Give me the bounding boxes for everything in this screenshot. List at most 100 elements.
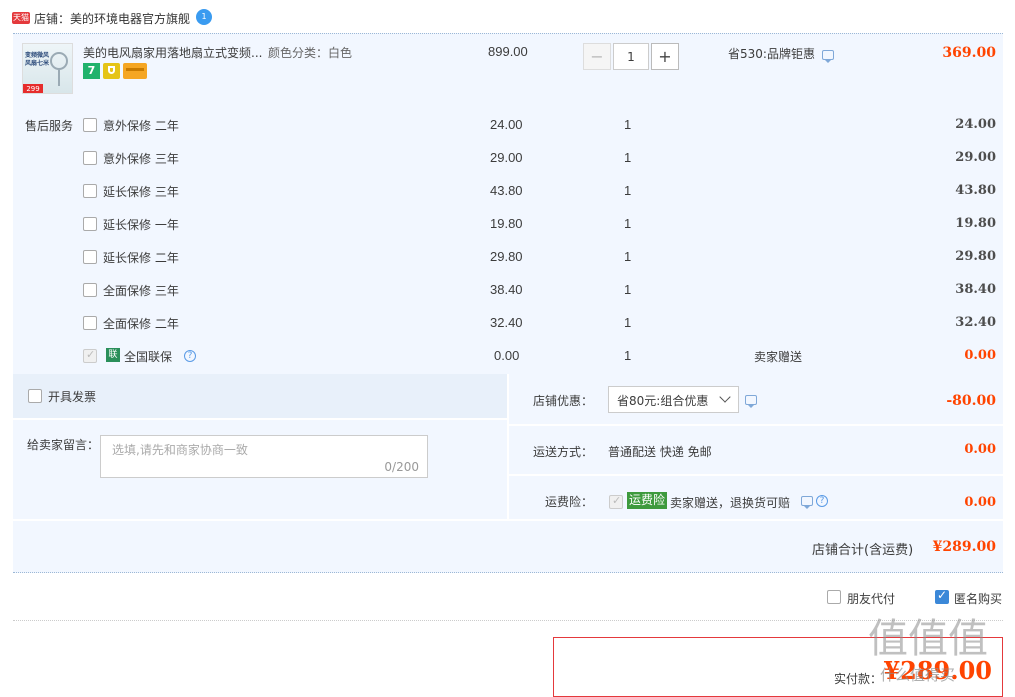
options-divider: [13, 620, 1003, 621]
service-total: 29.00: [955, 150, 996, 165]
watermark-glyphs: 值值值: [868, 616, 988, 662]
row-divider-1: [509, 424, 1003, 426]
service-price: 29.80: [490, 249, 523, 264]
shop-total-label: 店铺合计(含运费): [812, 543, 914, 558]
service-price: 24.00: [490, 117, 523, 132]
service-checkbox[interactable]: [83, 184, 97, 198]
seven-day-return-icon[interactable]: 7: [83, 63, 100, 79]
warranty-badge: 联: [106, 348, 120, 362]
service-qty: 1: [624, 216, 632, 231]
service-total: 32.40: [955, 315, 996, 330]
quantity-plus-button[interactable]: +: [651, 43, 679, 70]
service-price: 38.40: [490, 282, 523, 297]
pay-label: 实付款：: [834, 672, 883, 686]
warranty-checkbox: [83, 348, 97, 363]
product-unit-price: 899.00: [488, 44, 528, 59]
service-name: 意外保修 二年: [103, 119, 179, 133]
service-name: 全面保修 三年: [103, 284, 179, 298]
discount-chat-icon[interactable]: [745, 395, 757, 408]
quantity-input[interactable]: 1: [613, 43, 649, 70]
anonymous-checkbox[interactable]: [935, 588, 949, 604]
message-input[interactable]: 选填,请先和商家协商一致 0/200: [100, 435, 428, 478]
wangwang-icon[interactable]: 1: [196, 9, 212, 25]
discount-select[interactable]: 省80元:组合优惠: [608, 386, 739, 413]
service-total: 29.80: [955, 249, 996, 264]
row-divider-2: [509, 474, 1003, 476]
shop-title[interactable]: 店铺：美的环境电器官方旗舰: [34, 10, 190, 27]
fan-icon: [50, 52, 68, 70]
warranty-qty: 1: [624, 348, 632, 363]
discount-amount: -80.00: [946, 393, 996, 409]
shipping-label: 运送方式：: [533, 445, 594, 459]
service-checkbox[interactable]: [83, 118, 97, 132]
service-price: 19.80: [490, 216, 523, 231]
service-price: 43.80: [490, 183, 523, 198]
wangwang-count: 1: [201, 12, 207, 21]
product-subtotal: 369.00: [942, 45, 996, 61]
service-checkbox[interactable]: [83, 217, 97, 231]
service-name: 延长保修 一年: [103, 218, 179, 232]
service-name: 延长保修 三年: [103, 185, 179, 199]
row-divider-4: [13, 519, 1003, 521]
row-divider-3: [13, 418, 507, 420]
service-price: 29.00: [490, 150, 523, 165]
anonymous-label: 匿名购买: [954, 592, 1003, 606]
message-counter: 0/200: [384, 460, 419, 474]
warranty-help-icon[interactable]: ?: [184, 350, 196, 362]
service-price: 32.40: [490, 315, 523, 330]
service-total: 19.80: [955, 216, 996, 231]
service-total: 38.40: [955, 282, 996, 297]
thumb-price-tag: 299: [23, 84, 43, 93]
service-guarantee-icon[interactable]: [103, 63, 120, 79]
message-label: 给卖家留言：: [27, 438, 100, 452]
insurance-chat-icon[interactable]: [801, 496, 813, 509]
service-qty: 1: [624, 249, 632, 264]
insurance-tag: 运费险: [627, 492, 668, 509]
invoice-checkbox[interactable]: [28, 389, 42, 403]
watermark-site: 什么值得买: [880, 666, 956, 684]
service-qty: 1: [624, 315, 632, 330]
discount-selected: 省80元:组合优惠: [617, 394, 709, 408]
product-promo: 省530:品牌钜惠: [728, 47, 815, 61]
service-qty: 1: [624, 117, 632, 132]
product-name[interactable]: 美的电风扇家用落地扇立式变频...: [83, 44, 262, 61]
discount-label: 店铺优惠：: [533, 394, 594, 408]
service-total: 24.00: [955, 117, 996, 132]
insurance-checkbox: [609, 494, 623, 509]
friend-pay-label: 朋友代付: [847, 592, 896, 606]
service-checkbox[interactable]: [83, 316, 97, 330]
warranty-total: 0.00: [964, 348, 996, 363]
shipping-amount: 0.00: [964, 442, 996, 457]
insurance-desc: 卖家赠送，退换货可赔: [670, 496, 791, 510]
service-name: 延长保修 二年: [103, 251, 179, 265]
service-checkbox[interactable]: [83, 250, 97, 264]
message-placeholder: 选填,请先和商家协商一致: [112, 443, 248, 457]
warranty-note: 卖家赠送: [754, 350, 803, 364]
service-qty: 1: [624, 183, 632, 198]
warranty-price: 0.00: [494, 348, 520, 363]
credit-card-icon[interactable]: [123, 63, 147, 79]
product-thumbnail[interactable]: 变频微风 风扇七米 299: [22, 43, 73, 94]
invoice-label: 开具发票: [48, 390, 97, 404]
shipping-value: 普通配送 快递 免邮: [608, 445, 712, 459]
service-name: 意外保修 三年: [103, 152, 179, 166]
tmall-badge: 天猫: [12, 12, 30, 24]
quantity-minus-button[interactable]: −: [583, 43, 611, 70]
service-total: 43.80: [955, 183, 996, 198]
product-attr: 颜色分类：白色: [268, 46, 353, 60]
insurance-label: 运费险：: [545, 495, 594, 509]
service-label: 售后服务: [25, 119, 74, 133]
promo-chat-icon[interactable]: [822, 50, 834, 63]
service-checkbox[interactable]: [83, 283, 97, 297]
shop-total-value: ¥289.00: [932, 539, 996, 555]
service-checkbox[interactable]: [83, 151, 97, 165]
fan-pole: [58, 70, 60, 86]
service-qty: 1: [624, 150, 632, 165]
insurance-help-icon[interactable]: ?: [816, 495, 828, 507]
column-divider: [507, 374, 509, 520]
service-name: 全面保修 二年: [103, 317, 179, 331]
friend-pay-checkbox[interactable]: [827, 590, 841, 604]
thumb-text-line-2: 风扇七米: [25, 60, 50, 67]
service-qty: 1: [624, 282, 632, 297]
warranty-name: 全国联保: [124, 350, 173, 364]
